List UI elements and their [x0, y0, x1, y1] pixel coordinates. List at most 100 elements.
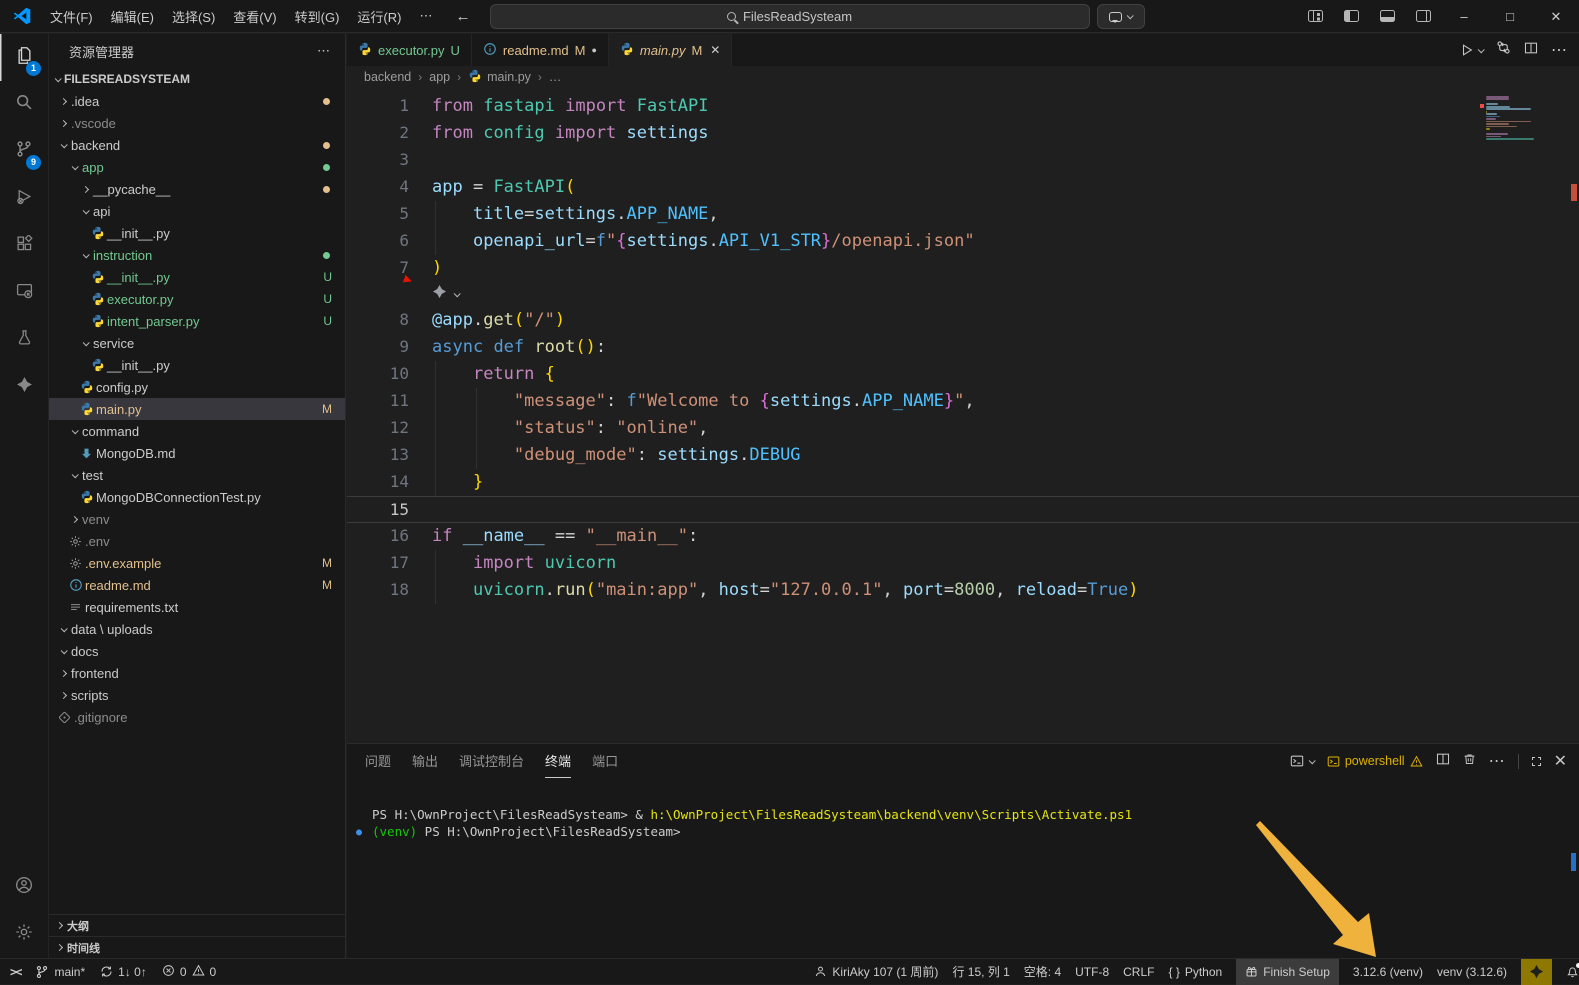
tree-item-venv[interactable]: venv	[49, 508, 345, 530]
tree-item-MongoDB.md[interactable]: MongoDB.md	[49, 442, 345, 464]
terminal-list-entry[interactable]: powershell	[1327, 754, 1423, 768]
panel-tab-问题[interactable]: 问题	[365, 744, 391, 778]
minimap[interactable]	[1486, 96, 1536, 141]
code-line-16[interactable]: 16if __name__ == "__main__":	[347, 523, 1579, 550]
close-panel-button[interactable]: ✕	[1554, 751, 1567, 771]
toggle-secondary-sidebar-button[interactable]	[1416, 10, 1431, 22]
close-button[interactable]: ✕	[1533, 0, 1579, 33]
code-line-11[interactable]: 11 "message": f"Welcome to {settings.APP…	[347, 388, 1579, 415]
panel-tab-调试控制台[interactable]: 调试控制台	[459, 744, 524, 778]
code-line-10[interactable]: 10 return {	[347, 361, 1579, 388]
command-decoration-icon[interactable]: ●	[356, 824, 362, 841]
customize-layout-button[interactable]	[1308, 10, 1323, 22]
status-finish-setup[interactable]: Finish Setup	[1236, 959, 1339, 985]
toggle-sidebar-button[interactable]	[1344, 10, 1359, 22]
code-line-12[interactable]: 12 "status": "online",	[347, 415, 1579, 442]
activity-item-search[interactable]	[0, 81, 48, 128]
open-changes-button[interactable]	[1496, 40, 1511, 60]
tree-item-.env[interactable]: .env	[49, 530, 345, 552]
kill-terminal-button[interactable]	[1463, 752, 1476, 771]
status-problems[interactable]: 00	[162, 959, 216, 985]
breadcrumb-item-main.py[interactable]: main.py	[468, 69, 531, 86]
tree-item-test[interactable]: test	[49, 464, 345, 486]
tree-item-MongoDBConnectionTest.py[interactable]: MongoDBConnectionTest.py	[49, 486, 345, 508]
activity-item-source-control[interactable]: 9	[0, 128, 48, 175]
code-line-13[interactable]: 13 "debug_mode": settings.DEBUG	[347, 442, 1579, 469]
tree-item-data-uploads[interactable]: data \ uploads	[49, 618, 345, 640]
activity-item-explorer[interactable]: 1	[0, 34, 48, 81]
menu-item-2[interactable]: 选择(S)	[163, 0, 224, 32]
tree-item-instruction[interactable]: instruction	[49, 244, 345, 266]
minimize-button[interactable]: –	[1441, 0, 1487, 33]
status-indentation[interactable]: 空格: 4	[1024, 959, 1061, 985]
tree-item-readme.md[interactable]: readme.mdM	[49, 574, 345, 596]
tree-item-__pycache__[interactable]: __pycache__	[49, 178, 345, 200]
tree-item-service[interactable]: service	[49, 332, 345, 354]
tree-item-frontend[interactable]: frontend	[49, 662, 345, 684]
status-branch[interactable]: main*	[35, 959, 85, 985]
breadcrumb-item-…[interactable]: …	[549, 70, 562, 84]
split-terminal-button[interactable]	[1436, 752, 1450, 771]
code-line-9[interactable]: 9async def root():	[347, 334, 1579, 361]
copilot-chat-button[interactable]	[1097, 4, 1145, 29]
tree-item-intent_parser.py[interactable]: intent_parser.pyU	[49, 310, 345, 332]
code-line-4[interactable]: 4app = FastAPI(	[347, 174, 1579, 201]
status-remote[interactable]: ><	[10, 959, 20, 985]
status-encoding[interactable]: UTF-8	[1075, 959, 1109, 985]
tree-item-__init__.py[interactable]: __init__.py	[49, 354, 345, 376]
tree-item-docs[interactable]: docs	[49, 640, 345, 662]
close-tab-icon[interactable]: ✕	[710, 43, 720, 57]
breadcrumb-item-backend[interactable]: backend	[364, 70, 411, 84]
activity-item-run-debug[interactable]	[0, 175, 48, 222]
status-notifications[interactable]	[1566, 959, 1579, 985]
tree-item-config.py[interactable]: config.py	[49, 376, 345, 398]
activity-item-testing[interactable]	[0, 316, 48, 363]
status-language[interactable]: { }Python	[1168, 959, 1222, 985]
more-actions-icon[interactable]: ⋯	[1551, 40, 1567, 60]
menu-item-1[interactable]: 编辑(E)	[102, 0, 163, 32]
nav-back-button[interactable]: ←	[455, 8, 470, 25]
panel-tab-终端[interactable]: 终端	[545, 744, 571, 778]
code-line-2[interactable]: 2from config import settings	[347, 120, 1579, 147]
tab-readme.md[interactable]: readme.mdM●	[472, 34, 609, 66]
split-editor-button[interactable]	[1524, 41, 1538, 60]
code-line-1[interactable]: 1from fastapi import FastAPI	[347, 93, 1579, 120]
code-line-17[interactable]: 17 import uvicorn	[347, 550, 1579, 577]
maximize-panel-button[interactable]	[1532, 757, 1541, 766]
copilot-inline-button[interactable]	[432, 284, 459, 304]
code-line-15[interactable]: 15	[347, 496, 1579, 523]
panel-tab-端口[interactable]: 端口	[592, 744, 618, 778]
menu-item-5[interactable]: 运行(R)	[348, 0, 410, 32]
tree-item-api[interactable]: api	[49, 200, 345, 222]
run-python-button[interactable]	[1460, 43, 1483, 57]
tree-item-app[interactable]: app	[49, 156, 345, 178]
menu-item-4[interactable]: 转到(G)	[286, 0, 349, 32]
code-line-3[interactable]: 3	[347, 147, 1579, 174]
breadcrumb-item-app[interactable]: app	[429, 70, 450, 84]
tree-item-executor.py[interactable]: executor.pyU	[49, 288, 345, 310]
tree-item-main.py[interactable]: main.pyM	[49, 398, 345, 420]
command-center-search[interactable]: FilesReadSysteam	[490, 4, 1090, 29]
tree-item-.vscode[interactable]: .vscode	[49, 112, 345, 134]
more-actions-icon[interactable]: ⋯	[317, 43, 331, 59]
panel-tab-输出[interactable]: 输出	[412, 744, 438, 778]
tree-item-__init__.py[interactable]: __init__.pyU	[49, 266, 345, 288]
status-blame[interactable]: KiriAky 107 (1 周前)	[814, 959, 938, 985]
launch-profile-button[interactable]	[1290, 754, 1314, 768]
tab-main.py[interactable]: main.pyM✕	[609, 34, 732, 66]
activity-item-settings[interactable]	[0, 911, 48, 958]
code-line-7[interactable]: 7)	[347, 255, 1579, 282]
tree-item-backend[interactable]: backend	[49, 134, 345, 156]
status-venv-version[interactable]: venv (3.12.6)	[1437, 959, 1507, 985]
more-actions-icon[interactable]: ⋯	[1489, 751, 1505, 771]
tree-item-.idea[interactable]: .idea	[49, 90, 345, 112]
tree-item-.env.example[interactable]: .env.exampleM	[49, 552, 345, 574]
activity-item-remote-explorer[interactable]	[0, 269, 48, 316]
sidebar-section-大纲[interactable]: 大纲	[49, 914, 345, 936]
code-line-14[interactable]: 14 }	[347, 469, 1579, 496]
menu-item-6[interactable]: ⋯	[410, 0, 441, 32]
status-cursor-position[interactable]: 行 15, 列 1	[952, 959, 1009, 985]
tree-root-row[interactable]: FILESREADSYSTEAM	[49, 68, 345, 90]
maximize-button[interactable]: □	[1487, 0, 1533, 33]
activity-item-extensions[interactable]	[0, 222, 48, 269]
